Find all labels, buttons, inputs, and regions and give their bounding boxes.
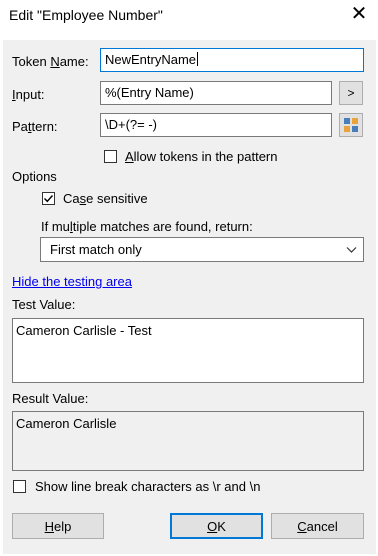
show-line-breaks-checkbox[interactable] <box>13 480 26 493</box>
input-label: Input: <box>12 87 45 102</box>
pattern-builder-button[interactable] <box>339 113 363 137</box>
checkmark-icon <box>44 195 54 203</box>
show-line-breaks-label: Show line break characters as \r and \n <box>35 479 261 494</box>
case-sensitive-label: Case sensitive <box>63 191 148 206</box>
ok-button[interactable]: OK <box>170 513 263 539</box>
input-insert-button[interactable]: > <box>339 81 363 105</box>
close-icon: ✕ <box>350 3 368 25</box>
multiple-matches-select[interactable]: First match only <box>40 237 364 262</box>
case-sensitive-checkbox[interactable] <box>42 192 55 205</box>
help-button[interactable]: Help <box>12 513 104 539</box>
options-heading: Options <box>12 169 57 184</box>
close-button[interactable]: ✕ <box>348 3 370 25</box>
hide-testing-link[interactable]: Hide the testing area <box>12 274 132 289</box>
result-value-textarea: Cameron Carlisle <box>12 411 364 471</box>
text-caret <box>197 52 199 66</box>
multiple-matches-label: If multiple matches are found, return: <box>41 219 253 234</box>
test-value-textarea[interactable]: Cameron Carlisle - Test <box>12 318 364 383</box>
allow-tokens-checkbox[interactable] <box>104 150 117 163</box>
pattern-input[interactable]: \D+(?= -) <box>100 113 332 137</box>
chevron-down-icon <box>346 247 357 253</box>
input-field[interactable]: %(Entry Name) <box>100 81 332 105</box>
token-name-label: Token Name: <box>12 54 89 69</box>
result-value-label: Result Value: <box>12 391 89 406</box>
window-title: Edit "Employee Number" <box>9 7 163 23</box>
allow-tokens-label: Allow tokens in the pattern <box>125 149 278 164</box>
cancel-button[interactable]: Cancel <box>271 513 364 539</box>
dialog-body: Token Name: NewEntryName Input: %(Entry … <box>3 40 376 554</box>
test-value-label: Test Value: <box>12 297 76 312</box>
token-name-input[interactable]: NewEntryName <box>100 48 364 72</box>
palette-icon <box>344 118 358 132</box>
pattern-label: Pattern: <box>12 119 58 134</box>
